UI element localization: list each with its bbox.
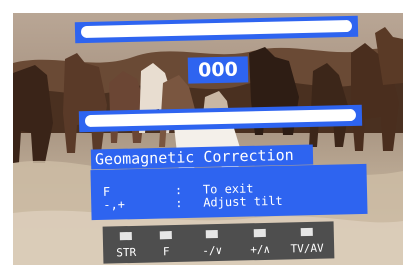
key-tv-av[interactable]: TV/AV [284,221,331,259]
key-label: F [162,245,170,259]
key-f[interactable]: F [143,225,190,263]
key-guide-bar: STR F -/∨ +/∧ TV/AV [102,221,335,264]
value-display: 000 [187,56,249,84]
key-label: -/∨ [202,243,223,258]
button-icon [300,227,313,237]
key-label: +/∧ [250,242,271,257]
button-icon [159,231,172,240]
button-icon [205,230,218,239]
key-minus-down[interactable]: -/∨ [189,224,236,262]
button-icon [119,231,132,241]
top-bar-fill [80,19,353,39]
button-icon [253,228,266,238]
help-separator: : [175,196,183,211]
tilt-bar-fill [84,108,357,128]
key-label: TV/AV [290,241,324,256]
key-plus-up[interactable]: +/∧ [237,223,284,261]
help-description: Adjust tilt [203,193,283,210]
help-key: -,+ [103,197,126,212]
help-panel: F : To exit -,+ : Adjust tilt [90,163,368,221]
